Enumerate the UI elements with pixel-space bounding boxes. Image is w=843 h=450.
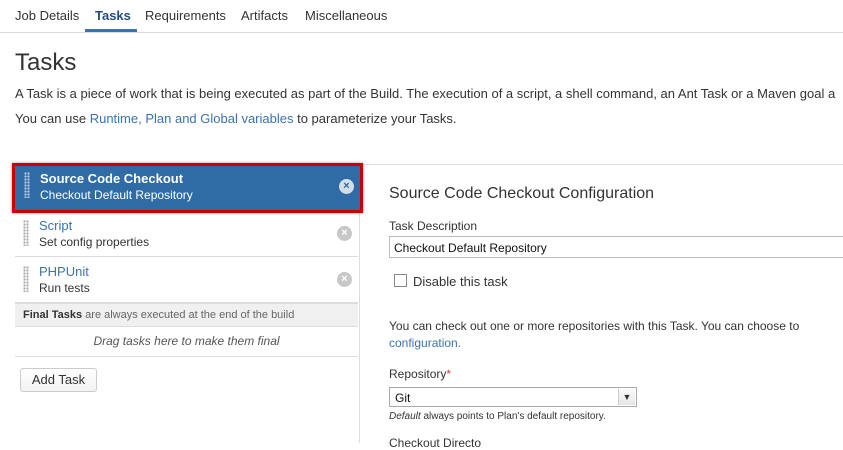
tab-job-details[interactable]: Job Details bbox=[15, 8, 79, 23]
close-circle-icon[interactable]: × bbox=[337, 226, 352, 241]
final-tasks-dropzone[interactable]: Drag tasks here to make them final bbox=[15, 326, 358, 357]
page-title: Tasks bbox=[15, 49, 77, 76]
task-item-source-code-checkout[interactable]: Source Code Checkout Checkout Default Re… bbox=[12, 163, 363, 213]
repository-hint-italic: Default bbox=[389, 411, 421, 422]
variables-prefix: You can use bbox=[15, 111, 90, 126]
disable-task-checkbox[interactable] bbox=[394, 274, 407, 287]
final-tasks-text: are always executed at the end of the bu… bbox=[82, 309, 295, 321]
task-description-input[interactable]: Checkout Default Repository bbox=[389, 236, 843, 258]
config-title: Source Code Checkout Configuration bbox=[389, 185, 655, 202]
task-name[interactable]: PHPUnit bbox=[39, 264, 89, 279]
chevron-down-icon[interactable]: ▼ bbox=[618, 389, 635, 405]
repository-label-text: Repository bbox=[389, 367, 447, 381]
task-item-script[interactable]: Script Set config properties × bbox=[15, 211, 358, 257]
task-description-label: Task Description bbox=[389, 219, 478, 233]
drag-handle-icon[interactable] bbox=[24, 172, 30, 198]
task-name[interactable]: Source Code Checkout bbox=[40, 171, 183, 186]
tab-tasks[interactable]: Tasks bbox=[95, 8, 131, 23]
final-tasks-header: Final Tasks are always executed at the e… bbox=[15, 303, 358, 327]
tab-artifacts[interactable]: Artifacts bbox=[241, 8, 288, 23]
drag-handle-icon[interactable] bbox=[23, 220, 29, 246]
repository-select[interactable]: Git ▼ bbox=[389, 387, 637, 407]
tab-requirements[interactable]: Requirements bbox=[145, 8, 226, 23]
close-circle-icon[interactable]: × bbox=[339, 179, 354, 194]
task-description: Checkout Default Repository bbox=[40, 188, 193, 202]
task-name[interactable]: Script bbox=[39, 218, 72, 233]
task-description: Set config properties bbox=[39, 235, 150, 249]
task-item-phpunit[interactable]: PHPUnit Run tests × bbox=[15, 257, 358, 303]
variables-link[interactable]: Runtime, Plan and Global variables bbox=[90, 111, 294, 126]
repository-label: Repository* bbox=[389, 367, 451, 381]
required-marker: * bbox=[446, 367, 452, 381]
add-task-button[interactable]: Add Task bbox=[20, 368, 97, 392]
checkout-directory-label: Checkout Directo bbox=[389, 436, 482, 450]
repository-hint: Default always points to Plan's default … bbox=[389, 411, 606, 422]
variables-suffix: to parameterize your Tasks. bbox=[293, 111, 457, 126]
repository-hint-text: always points to Plan's default reposito… bbox=[420, 411, 606, 422]
final-tasks-title: Final Tasks bbox=[23, 309, 83, 321]
repositories-info-text: You can check out one or more repositori… bbox=[389, 319, 800, 333]
configuration-link[interactable]: configuration. bbox=[389, 336, 461, 350]
task-description: Run tests bbox=[39, 281, 90, 295]
active-tab-indicator bbox=[85, 29, 137, 32]
close-circle-icon[interactable]: × bbox=[337, 272, 352, 287]
intro-text: A Task is a piece of work that is being … bbox=[15, 86, 836, 101]
disable-task-label[interactable]: Disable this task bbox=[413, 274, 508, 289]
tab-bar: Job Details Tasks Requirements Artifacts… bbox=[0, 0, 843, 33]
repository-selected-value: Git bbox=[395, 391, 411, 405]
variables-text: You can use Runtime, Plan and Global var… bbox=[15, 111, 457, 126]
tab-miscellaneous[interactable]: Miscellaneous bbox=[305, 8, 387, 23]
drag-handle-icon[interactable] bbox=[23, 266, 29, 292]
